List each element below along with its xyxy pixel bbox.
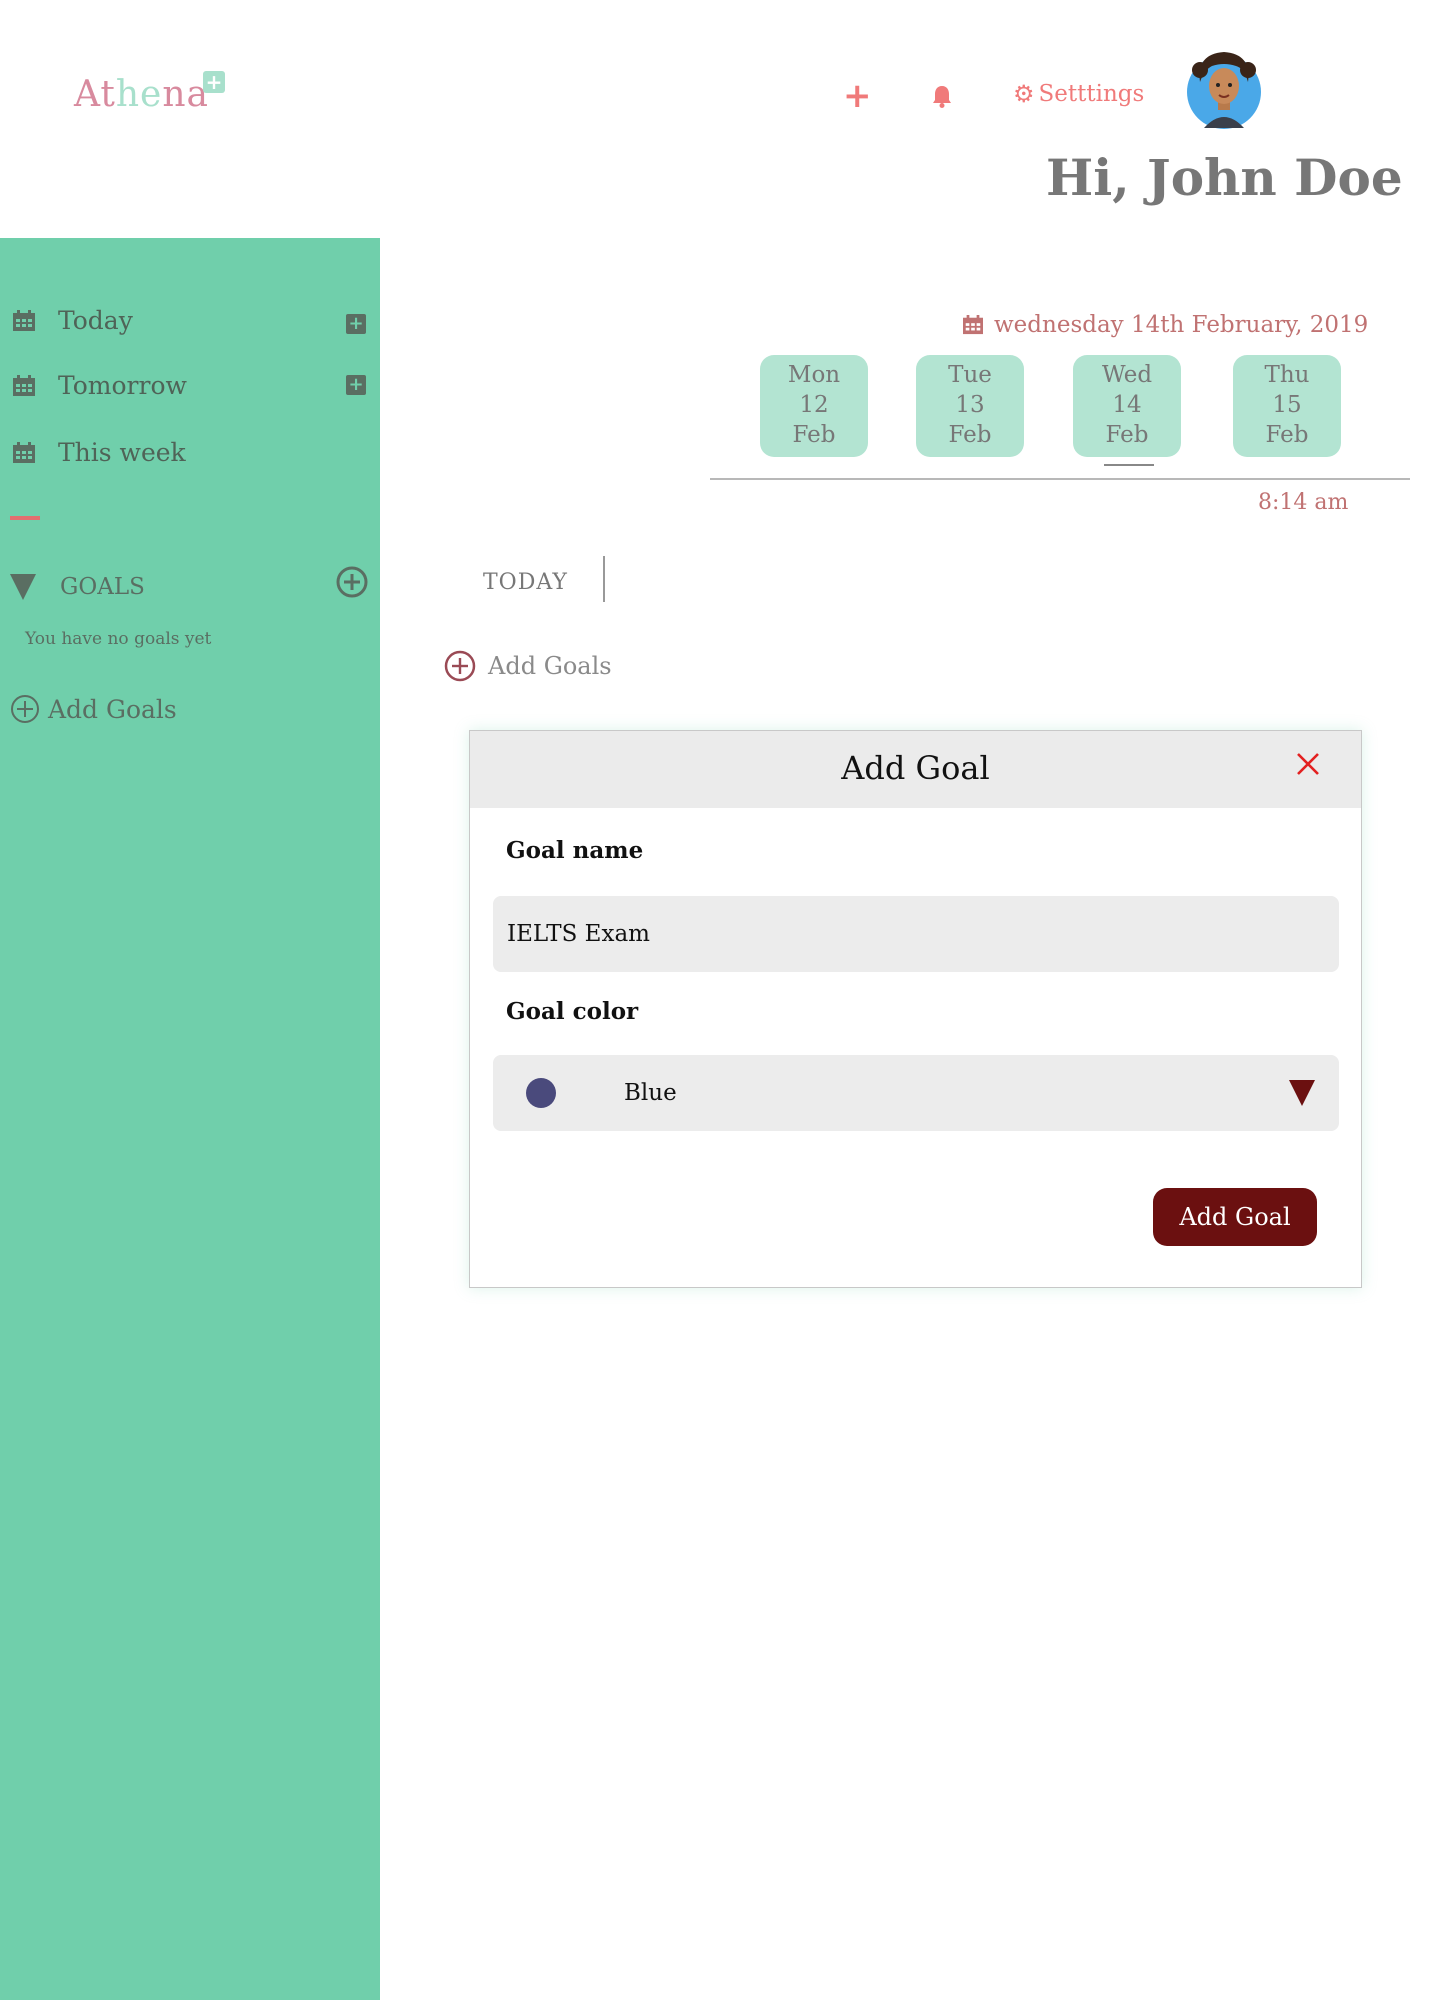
add-goals-label: Add Goals [488, 652, 612, 680]
goal-name-input[interactable] [493, 896, 1339, 972]
goal-color-value: Blue [624, 1080, 677, 1106]
add-goal-circle-icon[interactable] [336, 566, 368, 598]
sidebar-add-goals-button[interactable]: Add Goals [10, 694, 177, 724]
calendar-icon [13, 374, 35, 396]
day-month: Feb [1265, 422, 1309, 448]
day-card-tue[interactable]: Tue 13 Feb [916, 355, 1024, 457]
add-goal-modal: Add Goal Goal name Goal color Blue Add G… [469, 730, 1362, 1288]
app-logo[interactable]: Athena [74, 74, 209, 115]
tab-divider [603, 556, 605, 602]
dropdown-arrow-icon[interactable] [1289, 1080, 1315, 1106]
sidebar: Today + Tomorrow + This week GOALS You h… [0, 238, 380, 2000]
day-month: Feb [948, 422, 992, 448]
add-goals-label: Add Goals [48, 694, 177, 724]
goal-name-field[interactable] [493, 896, 1339, 972]
day-card-mon[interactable]: Mon 12 Feb [760, 355, 868, 457]
day-card-wed[interactable]: Wed 14 Feb [1073, 355, 1181, 457]
goals-toggle[interactable]: GOALS [10, 574, 145, 600]
day-weekday: Thu [1264, 362, 1310, 388]
logo-part-1: At [74, 74, 116, 115]
day-weekday: Mon [787, 362, 841, 388]
sidebar-item-label: This week [58, 438, 186, 467]
close-icon[interactable] [1295, 751, 1321, 777]
day-number: 15 [1272, 392, 1302, 418]
settings-label: Setttings [1038, 81, 1145, 107]
date-divider [710, 478, 1410, 480]
calendar-icon [13, 441, 35, 463]
day-card-thu[interactable]: Thu 15 Feb [1233, 355, 1341, 457]
modal-title: Add Goal [841, 749, 990, 787]
color-swatch [526, 1078, 556, 1108]
modal-header: Add Goal [470, 731, 1361, 808]
day-number: 13 [955, 392, 985, 418]
add-tomorrow-button[interactable]: + [346, 375, 366, 395]
no-goals-text: You have no goals yet [25, 629, 212, 649]
sidebar-item-today[interactable]: Today [12, 306, 133, 335]
tab-today[interactable]: TODAY [483, 570, 568, 595]
selected-day-indicator [1104, 464, 1154, 466]
day-month: Feb [792, 422, 836, 448]
day-number: 12 [799, 392, 829, 418]
collapse-triangle-icon [10, 574, 36, 600]
sidebar-item-tomorrow[interactable]: Tomorrow [12, 371, 187, 400]
calendar-icon [13, 309, 35, 331]
day-weekday: Wed [1101, 362, 1153, 388]
bell-icon[interactable] [931, 84, 953, 108]
settings-link[interactable]: ⚙ Setttings [1013, 80, 1144, 108]
logo-plus-icon: + [203, 71, 225, 93]
goal-name-label: Goal name [506, 837, 644, 864]
add-today-button[interactable]: + [346, 314, 366, 334]
sidebar-item-this-week[interactable]: This week [12, 438, 186, 467]
current-time: 8:14 am [1258, 490, 1349, 515]
add-icon[interactable]: + [843, 78, 872, 114]
goal-color-label: Goal color [506, 998, 639, 1025]
gear-icon: ⚙ [1013, 80, 1035, 108]
greeting-title: Hi, John Doe [1046, 148, 1403, 207]
day-weekday: Tue [948, 362, 992, 388]
sidebar-divider [10, 516, 40, 520]
calendar-icon [963, 315, 983, 335]
logo-part-3: na [162, 74, 209, 115]
logo-part-2: he [115, 74, 163, 115]
current-date: wednesday 14th February, 2019 [962, 312, 1368, 338]
goal-color-select[interactable]: Blue [493, 1055, 1339, 1131]
avatar[interactable] [1186, 48, 1262, 130]
day-number: 14 [1112, 392, 1142, 418]
current-date-text: wednesday 14th February, 2019 [994, 312, 1369, 338]
add-circle-icon [444, 650, 476, 682]
main-add-goals-button[interactable]: Add Goals [444, 650, 612, 682]
sidebar-item-label: Today [58, 306, 133, 335]
sidebar-item-label: Tomorrow [58, 371, 187, 400]
day-month: Feb [1105, 422, 1149, 448]
add-goal-submit-button[interactable]: Add Goal [1153, 1188, 1317, 1246]
add-circle-icon [11, 695, 39, 723]
goals-heading: GOALS [60, 574, 145, 600]
